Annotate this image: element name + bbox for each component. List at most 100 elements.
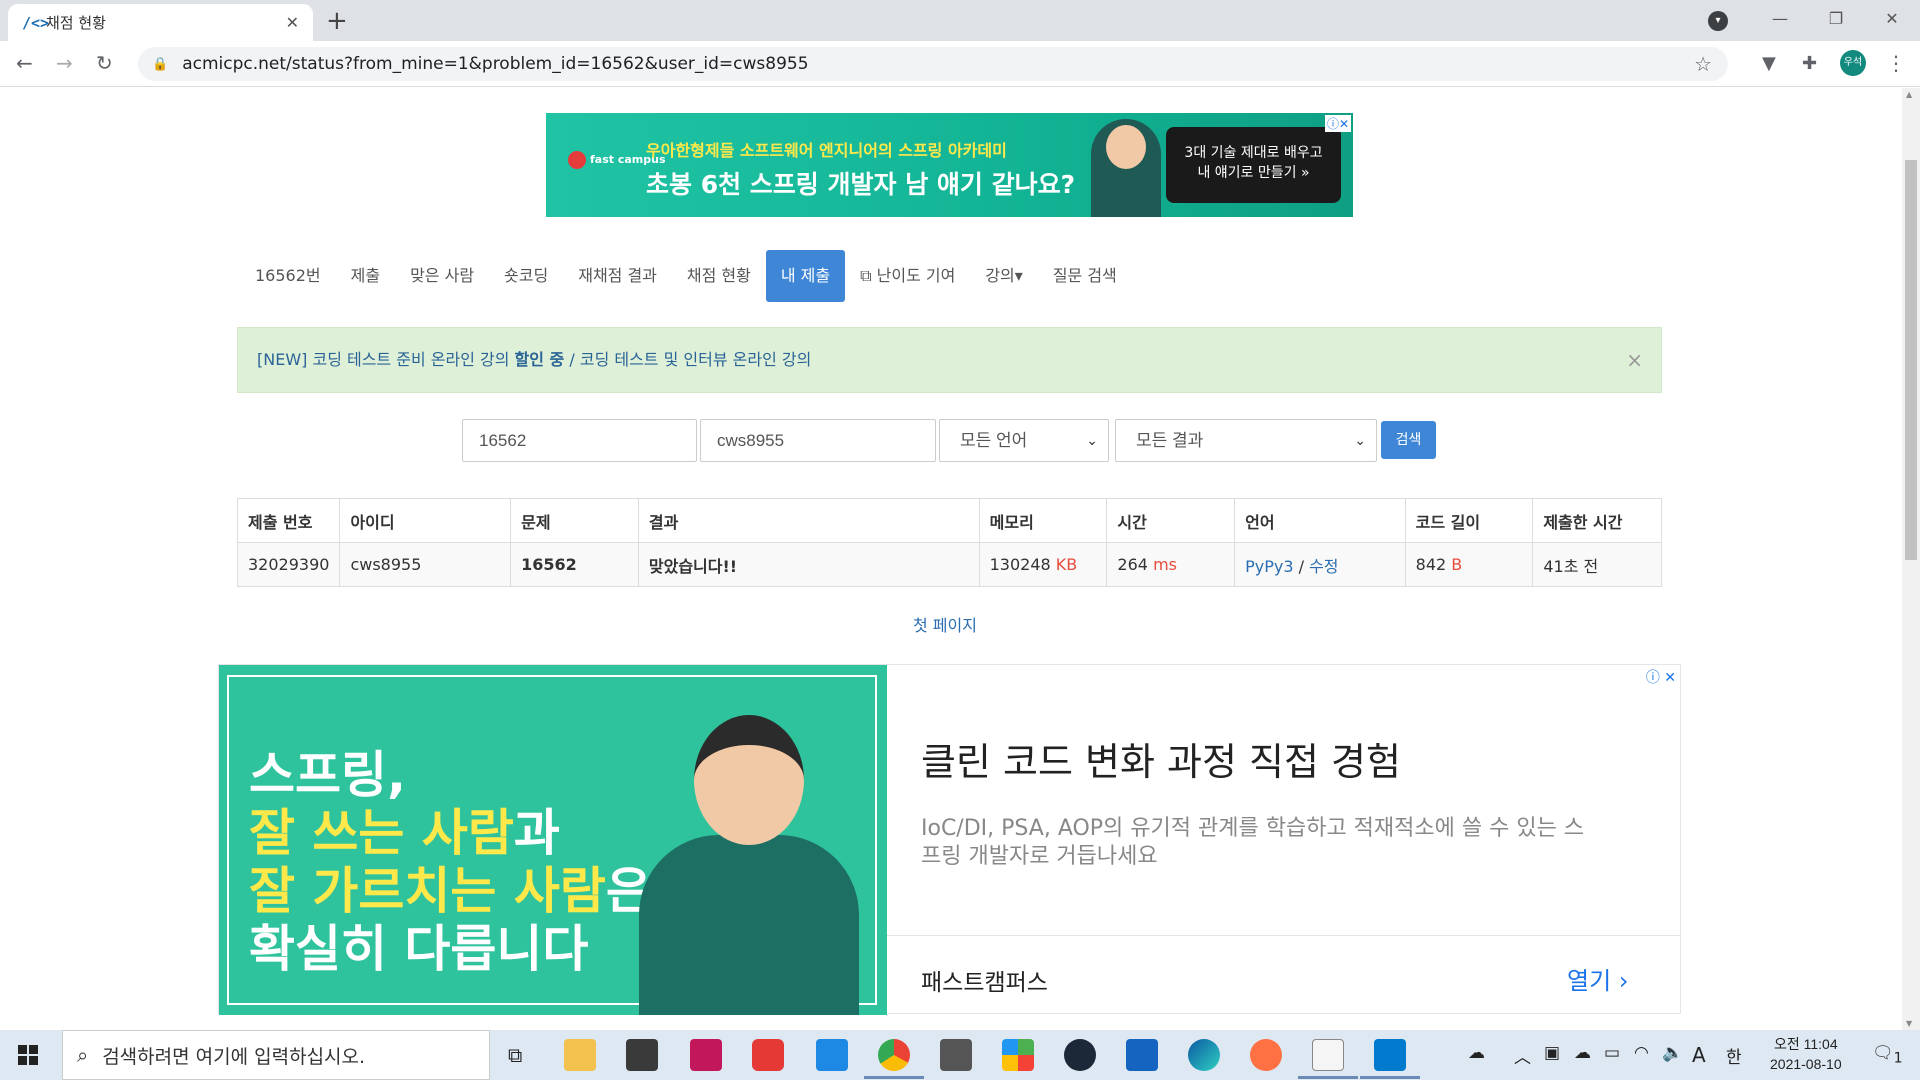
chevron-down-icon: ⌄ — [1086, 432, 1098, 448]
alert-suffix[interactable]: / 코딩 테스트 및 인터뷰 온라인 강의 — [564, 350, 811, 369]
cell-submitted-time[interactable]: 41초 전 — [1532, 542, 1662, 587]
reader-app-icon[interactable] — [1126, 1039, 1158, 1071]
cell-problem-link[interactable]: 16562 — [510, 542, 639, 587]
user-id-input[interactable]: cws8955 — [700, 419, 936, 462]
clock-date: 2021-08-10 — [1770, 1056, 1842, 1072]
ad-instructor-image — [639, 705, 859, 1015]
vivaldi-extension-icon[interactable]: ▼ — [1762, 53, 1776, 74]
tab-solved-users[interactable]: 맞은 사람 — [395, 250, 489, 302]
tab-my-submissions[interactable]: 내 제출 — [765, 250, 846, 302]
ime-language-indicator[interactable]: 한 — [1726, 1043, 1742, 1068]
chrome-icon[interactable] — [878, 1039, 910, 1071]
cell-memory: 130248 KB — [978, 542, 1108, 587]
tab-lectures[interactable]: 강의▾ — [970, 250, 1037, 302]
result-select[interactable]: 모든 결과 ⌄ — [1115, 419, 1377, 462]
code-length-unit: B — [1451, 555, 1463, 574]
ad-close-icon[interactable]: ⓘ ✕ — [1646, 667, 1676, 687]
top-banner-ad[interactable]: fast campus 우아한형제들 소프트웨어 엔지니어의 스프링 아카데미 … — [546, 113, 1353, 217]
ad-subtitle: 우아한형제들 소프트웨어 엔지니어의 스프링 아카데미 — [646, 141, 1007, 160]
file-explorer-icon[interactable] — [564, 1039, 596, 1071]
windows-start-icon[interactable] — [18, 1045, 38, 1065]
restore-icon[interactable]: ❐ — [1808, 0, 1864, 41]
extensions-puzzle-icon[interactable]: ✚ — [1802, 53, 1817, 74]
volume-icon[interactable]: 🔈 — [1662, 1043, 1683, 1063]
scroll-down-icon[interactable]: ▼ — [1906, 1019, 1912, 1028]
ad-img-line4: 확실히 다릅니다 — [249, 920, 589, 978]
snipping-tool-icon[interactable] — [940, 1039, 972, 1071]
language-link[interactable]: PyPy3 — [1245, 557, 1293, 576]
back-icon[interactable]: ← — [16, 51, 33, 75]
onedrive-icon[interactable]: ☁ — [1574, 1043, 1591, 1063]
status-table: 제출 번호 아이디 문제 결과 메모리 시간 언어 코드 길이 제출한 시간 3… — [236, 498, 1662, 587]
bookmark-star-icon[interactable]: ☆ — [1694, 52, 1712, 76]
ad-title[interactable]: 클린 코드 변화 과정 직접 경험 — [921, 731, 1401, 786]
tab-status[interactable]: 채점 현황 — [672, 250, 766, 302]
cell-time: 264 ms — [1106, 542, 1236, 587]
col-result: 결과 — [637, 498, 980, 543]
ad-cta-button[interactable]: 3대 기술 제대로 배우고 내 얘기로 만들기 » — [1166, 127, 1341, 203]
task-view-icon[interactable]: ⧉ — [508, 1043, 522, 1067]
page-scrollbar[interactable]: ▲ ▼ — [1902, 88, 1920, 1030]
url-text[interactable]: acmicpc.net/status?from_mine=1&problem_i… — [182, 54, 808, 74]
ad-banner-image[interactable]: 스프링, 잘 쓰는 사람과 잘 가르치는 사람은 확실히 다릅니다 — [219, 665, 887, 1015]
mail-icon[interactable] — [816, 1039, 848, 1071]
first-page-link[interactable]: 첫 페이지 — [913, 612, 977, 636]
alert-prefix[interactable]: [NEW] 코딩 테스트 준비 온라인 강의 — [257, 350, 515, 369]
cell-result[interactable]: 맞았습니다!! — [637, 542, 980, 587]
pen-app-icon[interactable] — [1250, 1039, 1282, 1071]
notification-icon[interactable]: 🗨1 — [1872, 1043, 1903, 1066]
search-button[interactable]: 검색 — [1381, 421, 1436, 459]
tray-expand-icon[interactable]: ︿ — [1514, 1043, 1531, 1068]
battery-icon[interactable]: ▭ — [1604, 1043, 1620, 1063]
taskbar-search-box[interactable]: ⌕ 검색하려면 여기에 입력하십시오. — [62, 1030, 490, 1080]
edge-icon[interactable] — [1188, 1039, 1220, 1071]
taskbar-clock[interactable]: 오전 11:04 2021-08-10 — [1770, 1034, 1842, 1074]
ad-brand[interactable]: 패스트캠퍼스 — [921, 963, 1048, 997]
steam-icon[interactable] — [1064, 1039, 1096, 1071]
tab-difficulty[interactable]: ⧉ 난이도 기여 — [845, 250, 970, 302]
tray-app-icon[interactable]: ▣ — [1544, 1043, 1560, 1063]
typora-active-indicator — [1298, 1076, 1358, 1079]
tab-questions[interactable]: 질문 검색 — [1038, 250, 1132, 302]
windows-taskbar: ⌕ 검색하려면 여기에 입력하십시오. ⧉ ☁ ︿ ▣ ☁ ▭ ◠ 🔈 A 한 … — [0, 1030, 1920, 1080]
color-app-icon[interactable] — [1002, 1039, 1034, 1071]
browser-menu-icon[interactable]: ⋮ — [1886, 51, 1906, 75]
tab-short-coding[interactable]: 숏코딩 — [489, 250, 563, 302]
scroll-up-icon[interactable]: ▲ — [1906, 90, 1912, 99]
edit-link[interactable]: 수정 — [1309, 557, 1338, 576]
window-close-icon[interactable]: ✕ — [1864, 0, 1920, 41]
browser-tab[interactable]: /<> 채점 현황 ✕ — [8, 4, 313, 41]
lock-icon[interactable]: 🔒 — [152, 57, 168, 72]
weather-cloud-icon[interactable]: ☁ — [1468, 1043, 1485, 1063]
ad-description[interactable]: IoC/DI, PSA, AOP의 유기적 관계를 학습하고 적재적소에 쓸 수… — [921, 815, 1601, 871]
cell-user-link[interactable]: cws8955 — [339, 542, 512, 587]
page-viewport: fast campus 우아한형제들 소프트웨어 엔지니어의 스프링 아카데미 … — [0, 88, 1902, 1030]
ad-open-button[interactable]: 열기 › — [1567, 961, 1628, 996]
bottom-display-ad[interactable]: 스프링, 잘 쓰는 사람과 잘 가르치는 사람은 확실히 다릅니다 클린 코드 … — [218, 664, 1681, 1015]
reload-icon[interactable]: ↻ — [96, 51, 113, 75]
wifi-icon[interactable]: ◠ — [1634, 1043, 1649, 1063]
minimize-icon[interactable]: — — [1752, 0, 1808, 41]
tab-problem[interactable]: 16562번 — [240, 250, 336, 302]
sync-app-icon[interactable] — [752, 1039, 784, 1071]
language-select[interactable]: 모든 언어 ⌄ — [939, 419, 1109, 462]
app-red-icon[interactable] — [690, 1039, 722, 1071]
problem-id-input[interactable]: 16562 — [462, 419, 697, 462]
new-tab-icon[interactable]: + — [326, 6, 348, 36]
profile-avatar[interactable]: 우석 — [1840, 50, 1866, 76]
ad-close-icon[interactable]: ⓘ✕ — [1324, 115, 1351, 132]
forward-icon[interactable]: → — [56, 51, 73, 75]
tab-submit[interactable]: 제출 — [336, 250, 395, 302]
browser-tabbar: /<> 채점 현황 ✕ + ▾ — ❐ ✕ — [0, 0, 1920, 41]
tab-search-icon[interactable]: ▾ — [1708, 11, 1728, 31]
alert-highlight[interactable]: 할인 중 — [515, 350, 565, 369]
typora-icon[interactable] — [1312, 1039, 1344, 1071]
tab-rejudge[interactable]: 재채점 결과 — [563, 250, 672, 302]
alert-close-icon[interactable]: × — [1626, 328, 1643, 392]
ime-mode-indicator[interactable]: A — [1692, 1043, 1706, 1067]
address-bar[interactable]: 🔒 acmicpc.net/status?from_mine=1&problem… — [138, 47, 1728, 81]
scrollbar-thumb[interactable] — [1905, 160, 1917, 560]
vscode-icon[interactable] — [1374, 1039, 1406, 1071]
tab-close-icon[interactable]: ✕ — [286, 13, 299, 32]
store-icon[interactable] — [626, 1039, 658, 1071]
